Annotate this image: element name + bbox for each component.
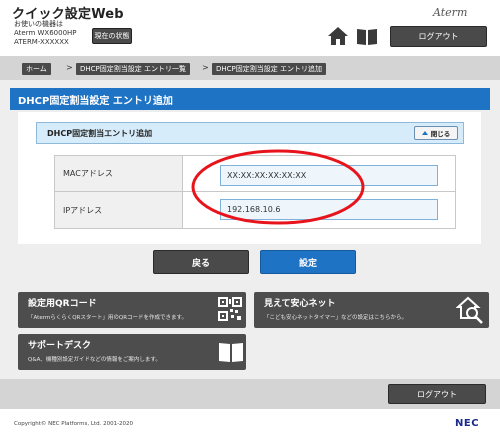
ip-address-label: IPアドレス bbox=[55, 192, 183, 228]
safety-net-tile[interactable]: 見えて安心ネット 「こども安心ネットタイマー」などの設定はこちらから。 bbox=[254, 292, 489, 328]
device-info: お使いの機器は Aterm WX6000HP ATERM-XXXXXX bbox=[14, 20, 77, 47]
device-name: ATERM-XXXXXX bbox=[14, 38, 69, 46]
section-header: DHCP固定割当エントリ追加 bbox=[36, 122, 464, 144]
house-search-icon bbox=[456, 296, 483, 324]
support-desk-tile-desc: Q&A、機種別設定ガイドなどの情報をご案内します。 bbox=[28, 357, 161, 363]
qr-code-tile[interactable]: 設定用QRコード 「AtermらくらくQRスタート」用のQRコードを作成できます… bbox=[18, 292, 246, 328]
book-icon bbox=[219, 343, 243, 362]
breadcrumb-home[interactable]: ホーム bbox=[22, 63, 51, 75]
breadcrumb-separator: > bbox=[66, 63, 73, 72]
qr-code-tile-title: 設定用QRコード bbox=[28, 299, 97, 309]
qr-code-tile-desc: 「AtermらくらくQRスタート」用のQRコードを作成できます。 bbox=[28, 315, 187, 321]
set-button[interactable]: 設定 bbox=[260, 250, 356, 274]
safety-net-tile-title: 見えて安心ネット bbox=[264, 299, 336, 309]
copyright: Copyright© NEC Platforms, Ltd. 2001-2020 bbox=[14, 421, 134, 427]
device-line-1: お使いの機器は bbox=[14, 20, 63, 28]
ip-address-input[interactable] bbox=[220, 199, 438, 220]
collapse-button-label: 閉じる bbox=[430, 130, 451, 138]
chevron-up-icon bbox=[421, 131, 428, 135]
home-icon[interactable] bbox=[327, 26, 349, 46]
logout-button-bottom[interactable]: ログアウト bbox=[388, 384, 486, 404]
mac-address-input[interactable] bbox=[220, 165, 438, 186]
breadcrumb: ホーム > DHCP固定割当設定 エントリ一覧 > DHCP固定割当設定 エント… bbox=[0, 56, 500, 80]
mac-address-label: MACアドレス bbox=[55, 156, 183, 191]
support-desk-tile-title: サポートデスク bbox=[28, 341, 92, 351]
nec-logo: NEC bbox=[455, 418, 480, 429]
qr-code-icon bbox=[218, 297, 242, 321]
page-title: DHCP固定割当設定 エントリ追加 bbox=[10, 88, 490, 110]
header: クイック設定Web お使いの機器は Aterm WX6000HP ATERM-X… bbox=[0, 0, 500, 54]
breadcrumb-separator: > bbox=[202, 63, 209, 72]
device-model: Aterm WX6000HP bbox=[14, 29, 77, 37]
safety-net-tile-desc: 「こども安心ネットタイマー」などの設定はこちらから。 bbox=[264, 315, 408, 321]
support-desk-tile[interactable]: サポートデスク Q&A、機種別設定ガイドなどの情報をご案内します。 bbox=[18, 334, 246, 370]
aterm-logo: Aterm bbox=[433, 6, 468, 19]
collapse-button[interactable]: 閉じる bbox=[414, 126, 458, 140]
manual-book-icon[interactable] bbox=[356, 27, 378, 46]
logout-button-top[interactable]: ログアウト bbox=[390, 26, 487, 47]
back-button[interactable]: 戻る bbox=[153, 250, 249, 274]
breadcrumb-entry-list[interactable]: DHCP固定割当設定 エントリ一覧 bbox=[76, 63, 190, 75]
breadcrumb-current: DHCP固定割当設定 エントリ追加 bbox=[212, 63, 326, 75]
current-status-button[interactable]: 現在の状態 bbox=[92, 28, 132, 44]
